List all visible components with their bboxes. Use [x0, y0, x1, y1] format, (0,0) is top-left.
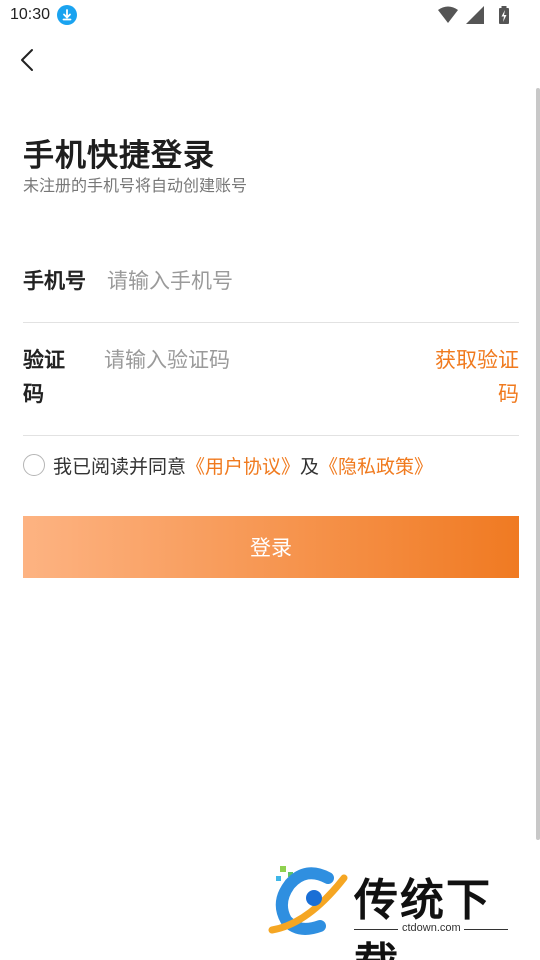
watermark-line-left	[354, 929, 398, 930]
watermark: 传统下载 ctdown.com	[268, 860, 528, 960]
phone-label: 手机号	[23, 269, 86, 293]
watermark-url: ctdown.com	[402, 922, 461, 934]
watermark-name: 传统下载	[354, 875, 492, 960]
chevron-left-icon	[21, 49, 33, 71]
back-button[interactable]	[12, 44, 44, 76]
battery-icon	[499, 6, 509, 24]
get-code-label-line2: 码	[498, 382, 519, 406]
phone-input[interactable]	[107, 264, 507, 298]
agreement-radio[interactable]	[23, 454, 45, 476]
page-subtitle: 未注册的手机号将自动创建账号	[23, 176, 248, 195]
login-button[interactable]: 登录	[23, 516, 519, 578]
code-input[interactable]	[104, 343, 404, 377]
wifi-icon	[438, 6, 458, 23]
get-code-label-line1: 获取验证	[435, 348, 519, 372]
phone-divider	[23, 322, 519, 323]
page-title: 手机快捷登录	[23, 138, 215, 174]
agreement-conjunction: 及	[300, 455, 320, 478]
agreement-prefix: 我已阅读并同意	[53, 455, 187, 478]
download-icon	[57, 5, 77, 25]
watermark-logo-icon	[268, 866, 348, 935]
watermark-line-right	[464, 929, 508, 930]
user-agreement-link[interactable]: 《用户协议》	[186, 452, 300, 479]
status-bar: 10:30	[0, 0, 540, 32]
status-time: 10:30	[10, 6, 51, 23]
code-divider	[23, 435, 519, 436]
get-code-button[interactable]: 获取验证 码	[419, 343, 519, 411]
scrollbar[interactable]	[536, 88, 540, 840]
code-label-line2: 码	[23, 382, 44, 406]
privacy-policy-link[interactable]: 《隐私政策》	[319, 452, 433, 479]
agreement-row: 我已阅读并同意 《用户协议》 及 《隐私政策》	[23, 450, 433, 480]
signal-icon	[466, 6, 484, 24]
code-label-line1: 验证	[23, 348, 65, 372]
